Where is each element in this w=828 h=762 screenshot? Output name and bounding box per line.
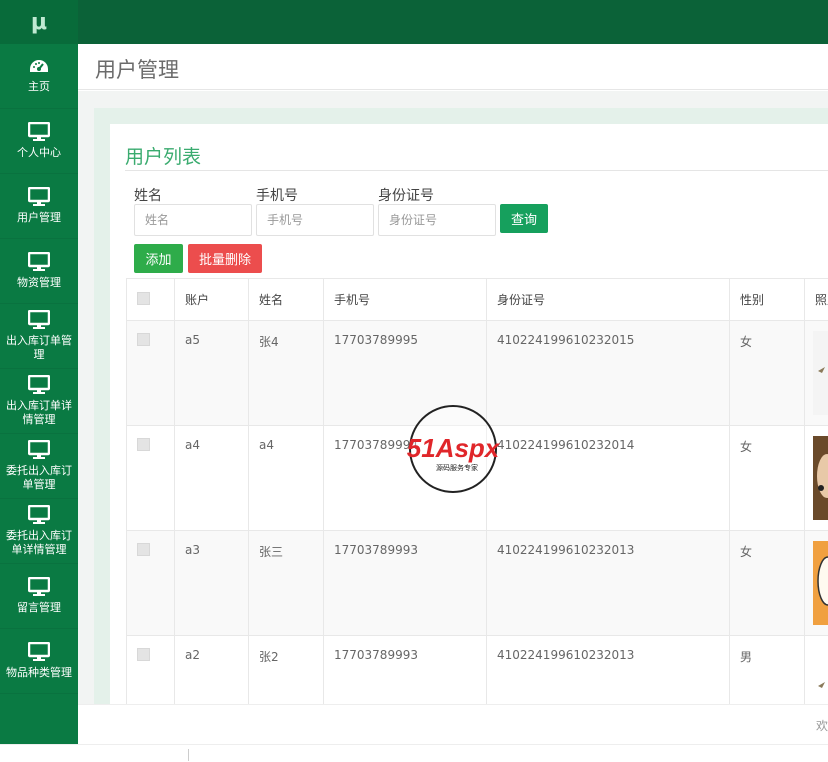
row-checkbox[interactable]	[137, 333, 150, 346]
sidebar-item-label: 出入库订单详情管理	[6, 399, 72, 426]
query-button[interactable]: 查询	[500, 204, 548, 233]
watermark-logo: 51Aspx 源码服务专家	[395, 404, 511, 494]
sidebar-item-profile[interactable]: 个人中心	[0, 109, 78, 174]
user-photo	[813, 541, 828, 625]
monitor-icon	[28, 310, 50, 329]
sidebar-item-label: 用户管理	[17, 211, 61, 224]
sidebar-item-label: 主页	[28, 80, 50, 93]
bottom-strip	[0, 744, 828, 762]
sidebar-item-entrusted-order-details[interactable]: 委托出入库订单详情管理	[0, 499, 78, 564]
page-title: 用户管理	[95, 58, 179, 82]
monitor-icon	[28, 642, 50, 661]
column-header: 手机号	[323, 278, 487, 321]
sidebar-item-label: 个人中心	[17, 146, 61, 159]
name-input[interactable]: 姓名	[134, 204, 252, 236]
column-header: 账户	[174, 278, 249, 321]
batch-delete-button[interactable]: 批量删除	[188, 244, 262, 273]
logo-text: μ	[30, 9, 48, 35]
row-checkbox[interactable]	[137, 438, 150, 451]
footer-text: 欢	[815, 719, 828, 733]
row-select-cell[interactable]	[126, 425, 175, 531]
table-row[interactable]: a3 张三 17703789993 410224199610232013 女	[126, 530, 828, 636]
monitor-icon	[28, 252, 50, 271]
row-checkbox[interactable]	[137, 648, 150, 661]
app-root: μ 主页 个人中心 用户管理 物资管理 出入库订单管理 出入库订单详情管理 委托…	[0, 0, 828, 762]
photo-cell	[804, 530, 828, 636]
app-logo[interactable]: μ	[0, 0, 78, 44]
gender-cell: 女	[729, 530, 805, 636]
gender-cell: 女	[729, 425, 805, 531]
phone-cell: 17703789993	[323, 530, 487, 636]
sidebar-item-home[interactable]: 主页	[0, 44, 78, 109]
monitor-icon	[28, 577, 50, 596]
phone-label: 手机号	[256, 188, 298, 204]
monitor-icon	[28, 375, 50, 394]
account-cell: a3	[174, 530, 249, 636]
account-cell: a5	[174, 320, 249, 426]
sidebar-item-label: 委托出入库订单管理	[6, 464, 72, 491]
sidebar-item-materials[interactable]: 物资管理	[0, 239, 78, 304]
sidebar-item-label: 留言管理	[17, 601, 61, 614]
photo-cell	[804, 425, 828, 531]
row-select-cell[interactable]	[126, 530, 175, 636]
sidebar-item-messages[interactable]: 留言管理	[0, 564, 78, 629]
row-select-cell[interactable]	[126, 320, 175, 426]
select-all-cell[interactable]	[126, 278, 175, 321]
page-header: 用户管理	[78, 44, 828, 90]
watermark-brand: 51Aspx	[407, 433, 501, 463]
top-bar	[78, 0, 828, 44]
monitor-icon	[28, 505, 50, 524]
sidebar-item-label: 委托出入库订单详情管理	[6, 529, 72, 556]
column-header: 姓名	[248, 278, 324, 321]
footer: 欢	[78, 704, 828, 744]
gender-cell: 女	[729, 320, 805, 426]
column-header: 身份证号	[486, 278, 730, 321]
column-header: 照片	[804, 278, 828, 321]
phone-input[interactable]: 手机号	[256, 204, 374, 236]
table-header-row: 账户 姓名 手机号 身份证号 性别 照片	[126, 278, 828, 321]
watermark-tagline: 源码服务专家	[436, 463, 478, 472]
name-cell: a4	[248, 425, 324, 531]
account-cell: a4	[174, 425, 249, 531]
add-button[interactable]: 添加	[134, 244, 183, 273]
sidebar-item-categories[interactable]: 物品种类管理	[0, 629, 78, 694]
name-cell: 张4	[248, 320, 324, 426]
bottom-separator	[188, 749, 189, 761]
user-photo	[813, 436, 828, 520]
card-divider	[125, 170, 828, 171]
id-number-cell: 410224199610232013	[486, 530, 730, 636]
id-number-cell: 410224199610232014	[486, 425, 730, 531]
sidebar: μ 主页 个人中心 用户管理 物资管理 出入库订单管理 出入库订单详情管理 委托…	[0, 0, 78, 744]
user-table: 账户 姓名 手机号 身份证号 性别 照片 a5 张4 17703789995 4…	[126, 278, 828, 741]
watermark-icon: 51Aspx 源码服务专家	[407, 405, 501, 493]
photo-cell	[804, 320, 828, 426]
dashboard-icon	[30, 60, 48, 72]
sidebar-item-label: 物品种类管理	[6, 666, 72, 679]
sidebar-item-users[interactable]: 用户管理	[0, 174, 78, 239]
monitor-icon	[28, 187, 50, 206]
column-header: 性别	[729, 278, 805, 321]
row-checkbox[interactable]	[137, 543, 150, 556]
monitor-icon	[28, 122, 50, 141]
sidebar-item-inout-order-details[interactable]: 出入库订单详情管理	[0, 369, 78, 434]
sidebar-item-entrusted-orders[interactable]: 委托出入库订单管理	[0, 434, 78, 499]
monitor-icon	[28, 440, 50, 459]
sidebar-item-inout-orders[interactable]: 出入库订单管理	[0, 304, 78, 369]
name-cell: 张三	[248, 530, 324, 636]
user-photo	[813, 331, 828, 415]
sidebar-item-label: 出入库订单管理	[6, 334, 72, 361]
card-title: 用户列表	[125, 146, 202, 168]
id-number-cell: 410224199610232015	[486, 320, 730, 426]
sidebar-item-label: 物资管理	[17, 276, 61, 289]
select-all-checkbox[interactable]	[137, 291, 150, 305]
name-label: 姓名	[134, 188, 162, 204]
id-number-input[interactable]: 身份证号	[378, 204, 496, 236]
id-number-label: 身份证号	[378, 188, 434, 204]
